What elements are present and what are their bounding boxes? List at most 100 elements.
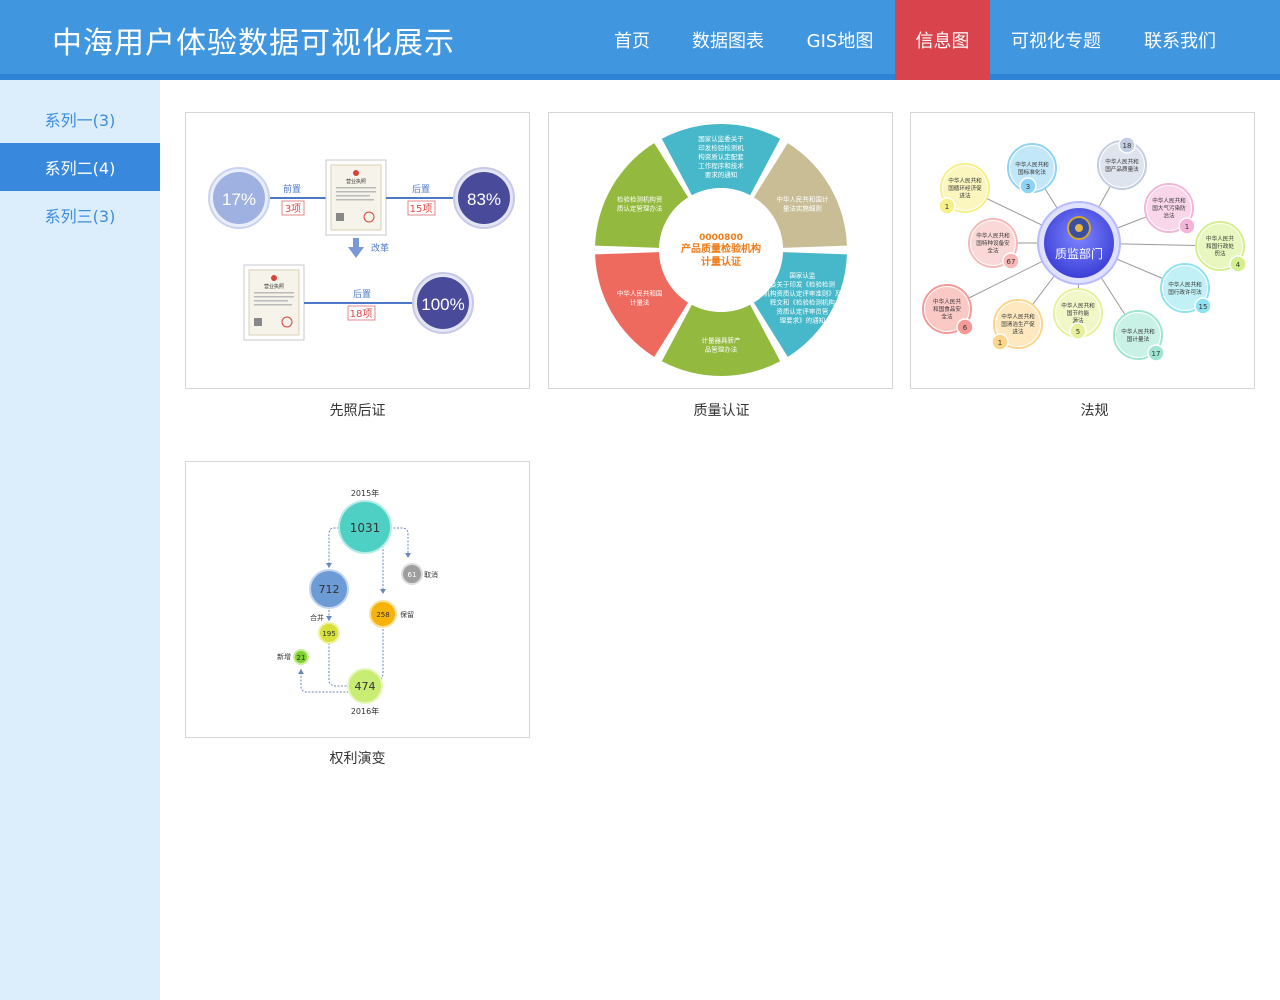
wheel-segment-label: 构资质认定配套 xyxy=(698,152,744,161)
wheel-segment-label: 国家认监委关于 xyxy=(698,134,744,143)
law-name: 国节约能 xyxy=(1067,309,1090,317)
infographic-card-quality[interactable]: 0000800 产品质量检验机构 计量认证 中华人民共和国 计量法 检验检测机构资质… xyxy=(548,112,893,389)
wheel-segment-label: 机构资质认定评审准则》及 xyxy=(763,289,842,298)
law-name: 国大气污染防 xyxy=(1152,204,1186,212)
count-bottom: 18项 xyxy=(350,308,373,320)
nav-gis-map[interactable]: GIS地图 xyxy=(795,0,885,80)
card-caption-power[interactable]: 权利演变 xyxy=(185,748,530,768)
count-back: 15项 xyxy=(410,203,433,215)
law-count: 4 xyxy=(1236,261,1241,269)
law-name: 国计量法 xyxy=(1127,335,1150,343)
wheel-segment-label: 量法实施细则 xyxy=(783,204,822,213)
law-name: 中华人民共和 xyxy=(948,177,982,185)
node-2016-value: 474 xyxy=(355,680,376,693)
nav-infographics[interactable]: 信息图 xyxy=(895,0,990,80)
sidebar-item-series-2[interactable]: 系列二(4) xyxy=(0,143,160,191)
year-top: 2015年 xyxy=(351,488,379,498)
year-bottom: 2016年 xyxy=(351,706,379,716)
nav-visual-topics[interactable]: 可视化专题 xyxy=(1000,0,1112,80)
law-name: 国行政许可法 xyxy=(1168,288,1202,296)
bottom-percent: 100% xyxy=(421,295,464,314)
wheel-center-line2: 计量认证 xyxy=(701,255,741,268)
wheel-segment-label: 计量法 xyxy=(630,298,650,307)
left-percent: 17% xyxy=(222,190,256,209)
node-added-label: 新增 xyxy=(277,652,291,661)
sidebar-item-series-1[interactable]: 系列一(3) xyxy=(0,95,160,143)
law-name: 治法 xyxy=(1163,212,1175,220)
law-name: 中华人民共 xyxy=(933,298,961,306)
law-count: 17 xyxy=(1152,350,1161,358)
law-count: 18 xyxy=(1123,142,1132,150)
laws-network: 中华人民共和国标准化法3中华人民共和国产品质量法18中华人民共和国大气污染防治法… xyxy=(922,136,1247,362)
wheel-segment-label: 国家认监 xyxy=(789,271,816,280)
node-retained-label: 保留 xyxy=(400,610,414,619)
wheel-segment-label: 印发检验检测机 xyxy=(698,143,744,152)
law-name: 全法 xyxy=(987,247,999,255)
wheel-segment-label: 检验检测机构资 xyxy=(617,195,663,204)
infographic-card-laws[interactable]: 中华人民共和 国标准化法 3 中华人民共和 国产品质量法 18 中华人民共和 国大气污染防 治法… xyxy=(910,112,1255,389)
card-caption-laws[interactable]: 法规 xyxy=(922,400,1267,420)
law-count: 1 xyxy=(1185,223,1189,231)
law-name: 中华人民共和 xyxy=(1168,280,1202,288)
nav-contact[interactable]: 联系我们 xyxy=(1130,0,1230,80)
law-count: 1 xyxy=(945,203,949,211)
wheel-segment-label: 中华人民共和国计 xyxy=(776,195,829,204)
wheel-segment-label: 理要求》的通知 xyxy=(780,316,826,325)
law-name: 和国食品安 xyxy=(933,305,961,313)
license-infographic: 17% 前置 3项 营业执照 后置 15项 83% 改革 营业执照 后置 18项… xyxy=(208,159,515,341)
wheel-segment-label: 计量器具新产 xyxy=(702,336,742,345)
law-name: 中华人民共和 xyxy=(976,232,1010,240)
law-name: 国产品质量法 xyxy=(1105,165,1139,173)
label-back: 后置 xyxy=(412,184,430,195)
law-name: 国标准化法 xyxy=(1018,168,1046,176)
wheel-segment-label: 资质认定评审员管 xyxy=(776,307,829,316)
infographic-card-license[interactable]: 17% 前置 3项 营业执照 后置 15项 83% 改革 营业执照 后置 18项… xyxy=(185,112,530,389)
label-back-bottom: 后置 xyxy=(353,289,371,300)
site-title: 中海用户体验数据可视化展示 xyxy=(52,26,455,61)
law-name: 中华人民共和 xyxy=(1001,313,1035,321)
power-evolution-flow: 2015年 2016年 1031 61 取消 712 258 保留 195 合并… xyxy=(277,488,438,716)
node-712-value: 712 xyxy=(319,583,340,596)
law-name: 中华人民共和 xyxy=(1152,197,1186,205)
card-caption-quality[interactable]: 质量认证 xyxy=(549,400,894,420)
law-name: 国特种设备安 xyxy=(976,239,1010,247)
nav-data-charts[interactable]: 数据图表 xyxy=(680,0,776,80)
right-percent: 83% xyxy=(467,190,501,209)
reform-label: 改革 xyxy=(371,242,389,254)
law-name: 中华人民共和 xyxy=(1061,302,1095,310)
law-name: 中华人民共和 xyxy=(1105,157,1139,165)
law-count: 15 xyxy=(1199,303,1208,311)
law-name: 国循环经济促 xyxy=(948,184,982,192)
wheel-segment-label: 质认定管理办法 xyxy=(617,204,663,213)
down-arrow-icon xyxy=(348,247,364,258)
infographic-card-power[interactable]: 2015年 2016年 1031 61 取消 712 258 保留 195 合并… xyxy=(185,461,530,738)
law-name: 中华人民共和 xyxy=(1015,160,1049,168)
node-added-value: 21 xyxy=(297,654,306,662)
node-retained-value: 258 xyxy=(376,611,389,619)
wheel-center-line1: 产品质量检验机构 xyxy=(681,242,761,255)
law-count: 3 xyxy=(1026,183,1030,191)
label-front: 前置 xyxy=(283,183,301,195)
law-name: 中华人民共和 xyxy=(1121,327,1155,335)
hub-label: 质监部门 xyxy=(1055,246,1103,261)
law-name: 进法 xyxy=(1012,328,1024,336)
wheel-segment-label: 委关于印发《检验检测 xyxy=(770,280,836,289)
wheel-segment-label: 工作程序和技术 xyxy=(698,161,744,170)
license-title-bottom: 营业执照 xyxy=(264,283,284,290)
nav-home[interactable]: 首页 xyxy=(598,0,666,80)
node-cancelled-label: 取消 xyxy=(424,570,438,579)
law-name: 中华人民共 xyxy=(1206,235,1234,243)
node-merged-value: 195 xyxy=(322,630,335,638)
law-count: 5 xyxy=(1076,328,1080,336)
node-2015-value: 1031 xyxy=(350,521,381,535)
card-caption-license[interactable]: 先照后证 xyxy=(185,400,530,420)
license-title-top: 营业执照 xyxy=(346,178,366,185)
count-front: 3项 xyxy=(285,203,301,215)
law-name: 全法 xyxy=(941,313,953,321)
quality-wheel: 0000800 产品质量检验机构 计量认证 中华人民共和国计量法 检验检测机构资质… xyxy=(595,124,847,376)
law-name: 国清洁生产促 xyxy=(1001,320,1035,328)
sidebar-item-series-3[interactable]: 系列三(3) xyxy=(0,191,160,239)
law-count: 6 xyxy=(963,324,968,332)
law-count: 1 xyxy=(998,339,1002,347)
wheel-center-code: 0000800 xyxy=(699,233,743,243)
